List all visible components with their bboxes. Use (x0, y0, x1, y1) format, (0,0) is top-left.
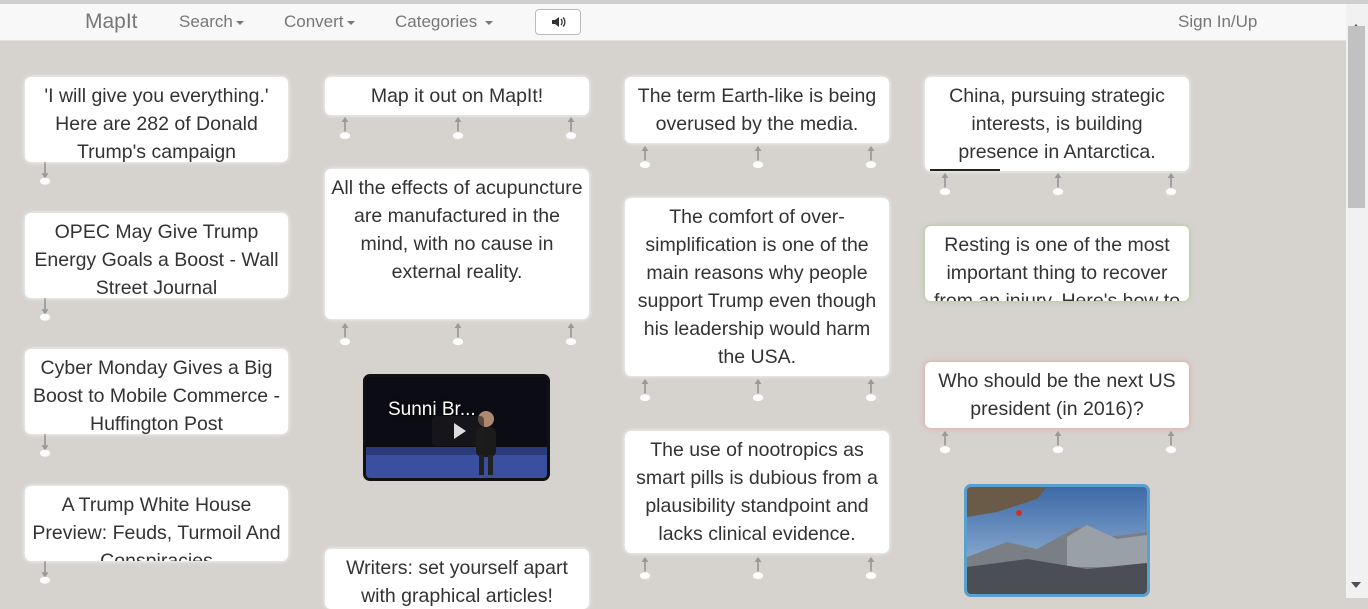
card-text: Cyber Monday Gives a Big Boost to Mobile… (32, 357, 281, 434)
card-text: A Trump White House Preview: Feuds, Turm… (32, 494, 281, 561)
card-text: China, pursuing strategic interests, is … (949, 85, 1165, 163)
volume-icon (552, 17, 566, 27)
convert-menu[interactable]: Convert (284, 12, 355, 32)
connector-handle[interactable] (639, 552, 651, 584)
connector-handle[interactable] (339, 318, 351, 350)
connector-handle[interactable] (752, 141, 764, 173)
connector-handle[interactable] (339, 112, 351, 144)
categories-menu-label: Categories (395, 12, 478, 31)
map-card[interactable]: OPEC May Give Trump Energy Goals a Boost… (25, 213, 288, 298)
scroll-down-icon[interactable] (1351, 582, 1361, 588)
map-card[interactable]: 'I will give you everything.' Here are 2… (25, 77, 288, 162)
connector-handle[interactable] (565, 112, 577, 144)
chevron-down-icon (346, 20, 355, 25)
connector-handle[interactable] (452, 112, 464, 144)
map-card[interactable]: Cyber Monday Gives a Big Boost to Mobile… (25, 349, 288, 434)
card-text: All the effects of acupuncture are manuf… (331, 177, 583, 283)
scrollbar-thumb[interactable] (1348, 26, 1365, 208)
map-card[interactable]: Map it out on MapIt! (325, 77, 589, 115)
connector-handle[interactable] (865, 552, 877, 584)
card-text: OPEC May Give Trump Energy Goals a Boost… (34, 221, 279, 298)
map-card[interactable]: A Trump White House Preview: Feuds, Turm… (25, 486, 288, 561)
search-menu-label: Search (179, 12, 233, 31)
card-text: Resting is one of the most important thi… (933, 234, 1181, 301)
chevron-down-icon (235, 20, 244, 25)
map-card[interactable]: Writers: set yourself apart with graphic… (325, 549, 589, 609)
connector-handle[interactable] (39, 432, 51, 464)
play-icon[interactable] (432, 416, 484, 446)
connector-handle[interactable] (865, 374, 877, 406)
convert-menu-label: Convert (284, 12, 344, 31)
vertical-scrollbar[interactable] (1346, 4, 1368, 598)
map-card[interactable]: The comfort of over-simplification is on… (625, 198, 889, 376)
card-text: The comfort of over-simplification is on… (637, 206, 877, 368)
card-text: The term Earth-like is being overused by… (637, 85, 877, 135)
video-thumbnail[interactable]: Sunni Br... (363, 374, 550, 481)
sign-in-link[interactable]: Sign In/Up (1178, 12, 1257, 32)
connector-handle[interactable] (1052, 426, 1064, 458)
card-text: The use of nootropics as smart pills is … (636, 439, 878, 545)
map-card[interactable]: The term Earth-like is being overused by… (625, 77, 889, 143)
map-card[interactable]: All the effects of acupuncture are manuf… (325, 169, 589, 319)
search-menu[interactable]: Search (179, 12, 244, 32)
connector-handle[interactable] (639, 141, 651, 173)
card-text: 'I will give you everything.' Here are 2… (44, 85, 269, 162)
map-card[interactable]: The use of nootropics as smart pills is … (625, 431, 889, 553)
card-text: Map it out on MapIt! (370, 85, 544, 107)
connector-handle[interactable] (865, 141, 877, 173)
brand-logo[interactable]: MapIt (85, 10, 138, 34)
card-text: Writers: set yourself apart with graphic… (346, 557, 568, 607)
connector-handle[interactable] (1165, 426, 1177, 458)
navbar: MapIt Search Convert Categories Sign In/… (0, 4, 1346, 41)
sound-toggle-button[interactable] (535, 9, 581, 35)
connector-handle[interactable] (939, 426, 951, 458)
connector-handle[interactable] (39, 160, 51, 192)
photo-image (967, 487, 1147, 594)
connector-handle[interactable] (452, 318, 464, 350)
categories-menu[interactable]: Categories (395, 12, 493, 32)
connector-handle[interactable] (1165, 168, 1177, 200)
connector-handle[interactable] (39, 296, 51, 328)
connector-handle[interactable] (639, 374, 651, 406)
chevron-down-icon (484, 20, 493, 25)
map-card[interactable]: Who should be the next US president (in … (925, 362, 1189, 428)
mountain-photo[interactable] (964, 484, 1150, 597)
connector-handle[interactable] (1052, 168, 1064, 200)
connector-handle[interactable] (752, 552, 764, 584)
connector-handle[interactable] (39, 559, 51, 591)
map-card[interactable]: Resting is one of the most important thi… (925, 226, 1189, 301)
connector-handle[interactable] (565, 318, 577, 350)
map-card[interactable]: China, pursuing strategic interests, is … (925, 77, 1189, 171)
connector-handle[interactable] (752, 374, 764, 406)
card-text: Who should be the next US president (in … (938, 370, 1176, 420)
connector-handle[interactable] (939, 168, 951, 200)
